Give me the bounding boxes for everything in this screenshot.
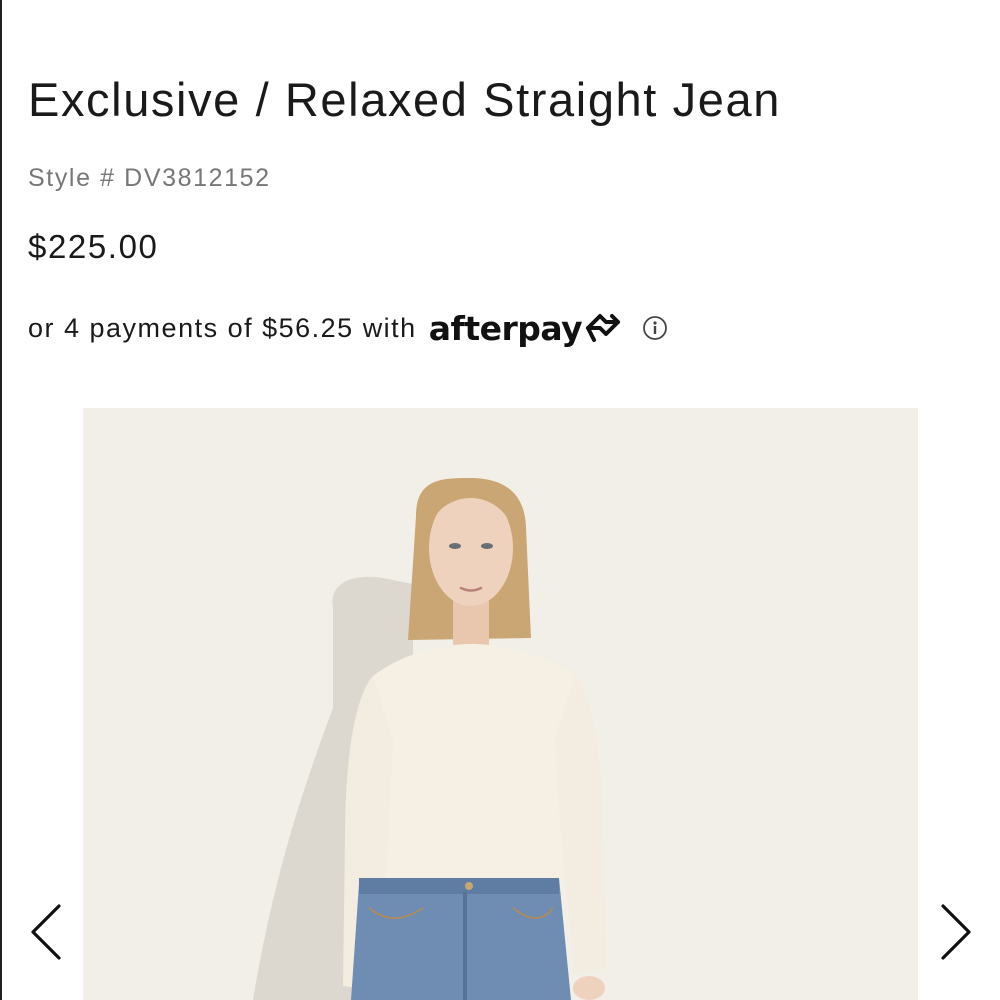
afterpay-installments-text: or 4 payments of $56.25 with bbox=[28, 312, 417, 343]
product-image bbox=[83, 408, 918, 1000]
afterpay-message: or 4 payments of $56.25 with afterpay bbox=[28, 308, 668, 348]
page-edge bbox=[0, 0, 2, 1000]
style-number: Style # DV3812152 bbox=[28, 164, 271, 192]
chevron-right-icon bbox=[941, 904, 971, 960]
afterpay-arrows-icon bbox=[586, 314, 621, 342]
gallery-prev-button[interactable] bbox=[26, 900, 66, 964]
afterpay-logo-text: afterpay bbox=[428, 308, 583, 348]
gallery-next-button[interactable] bbox=[936, 900, 976, 964]
product-price: $225.00 bbox=[28, 228, 159, 265]
product-title: Exclusive / Relaxed Straight Jean bbox=[28, 73, 781, 126]
chevron-left-icon bbox=[31, 904, 61, 960]
info-icon[interactable] bbox=[642, 315, 668, 341]
product-image-gallery[interactable] bbox=[83, 408, 918, 1000]
afterpay-logo[interactable]: afterpay bbox=[429, 310, 624, 346]
